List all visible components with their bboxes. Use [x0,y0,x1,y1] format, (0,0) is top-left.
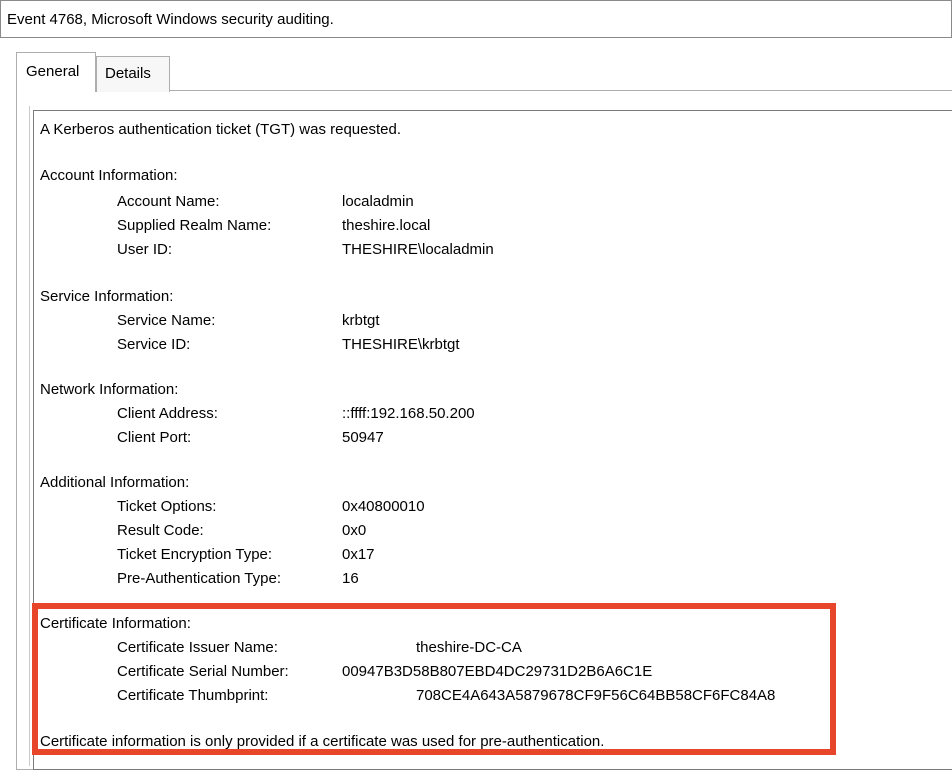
client-port-label: Client Port: [117,429,192,446]
realm-value: theshire.local [342,217,431,234]
tab-details[interactable]: Details [96,56,170,92]
preauth-type-value: 16 [342,570,359,587]
additional-heading: Additional Information: [40,474,190,491]
event-headline: A Kerberos authentication ticket (TGT) w… [40,121,402,138]
service-name-value: krbtgt [342,312,380,329]
client-address-label: Client Address: [117,405,218,422]
result-code-value: 0x0 [342,522,367,539]
realm-label: Supplied Realm Name: [117,217,272,234]
preauth-type-label: Pre-Authentication Type: [117,570,281,587]
ticket-options-label: Ticket Options: [117,498,217,515]
account-name-value: localadmin [342,193,414,210]
encryption-type-value: 0x17 [342,546,375,563]
tab-details-label: Details [105,65,151,82]
service-name-label: Service Name: [117,312,216,329]
client-port-value: 50947 [342,429,384,446]
certificate-highlight-box [32,603,836,755]
network-heading: Network Information: [40,381,179,398]
window-titlebar: Event 4768, Microsoft Windows security a… [0,0,952,38]
user-id-value: THESHIRE\localadmin [342,241,494,258]
account-heading: Account Information: [40,167,178,184]
window-title: Event 4768, Microsoft Windows security a… [7,11,334,28]
encryption-type-label: Ticket Encryption Type: [117,546,273,563]
service-heading: Service Information: [40,288,174,305]
user-id-label: User ID: [117,241,173,258]
tab-general-label: General [26,63,80,80]
result-code-label: Result Code: [117,522,204,539]
ticket-options-value: 0x40800010 [342,498,425,515]
tab-general[interactable]: General [16,52,96,92]
account-name-label: Account Name: [117,193,220,210]
service-id-label: Service ID: [117,336,191,353]
service-id-value: THESHIRE\krbtgt [342,336,460,353]
client-address-value: ::ffff:192.168.50.200 [342,405,475,422]
